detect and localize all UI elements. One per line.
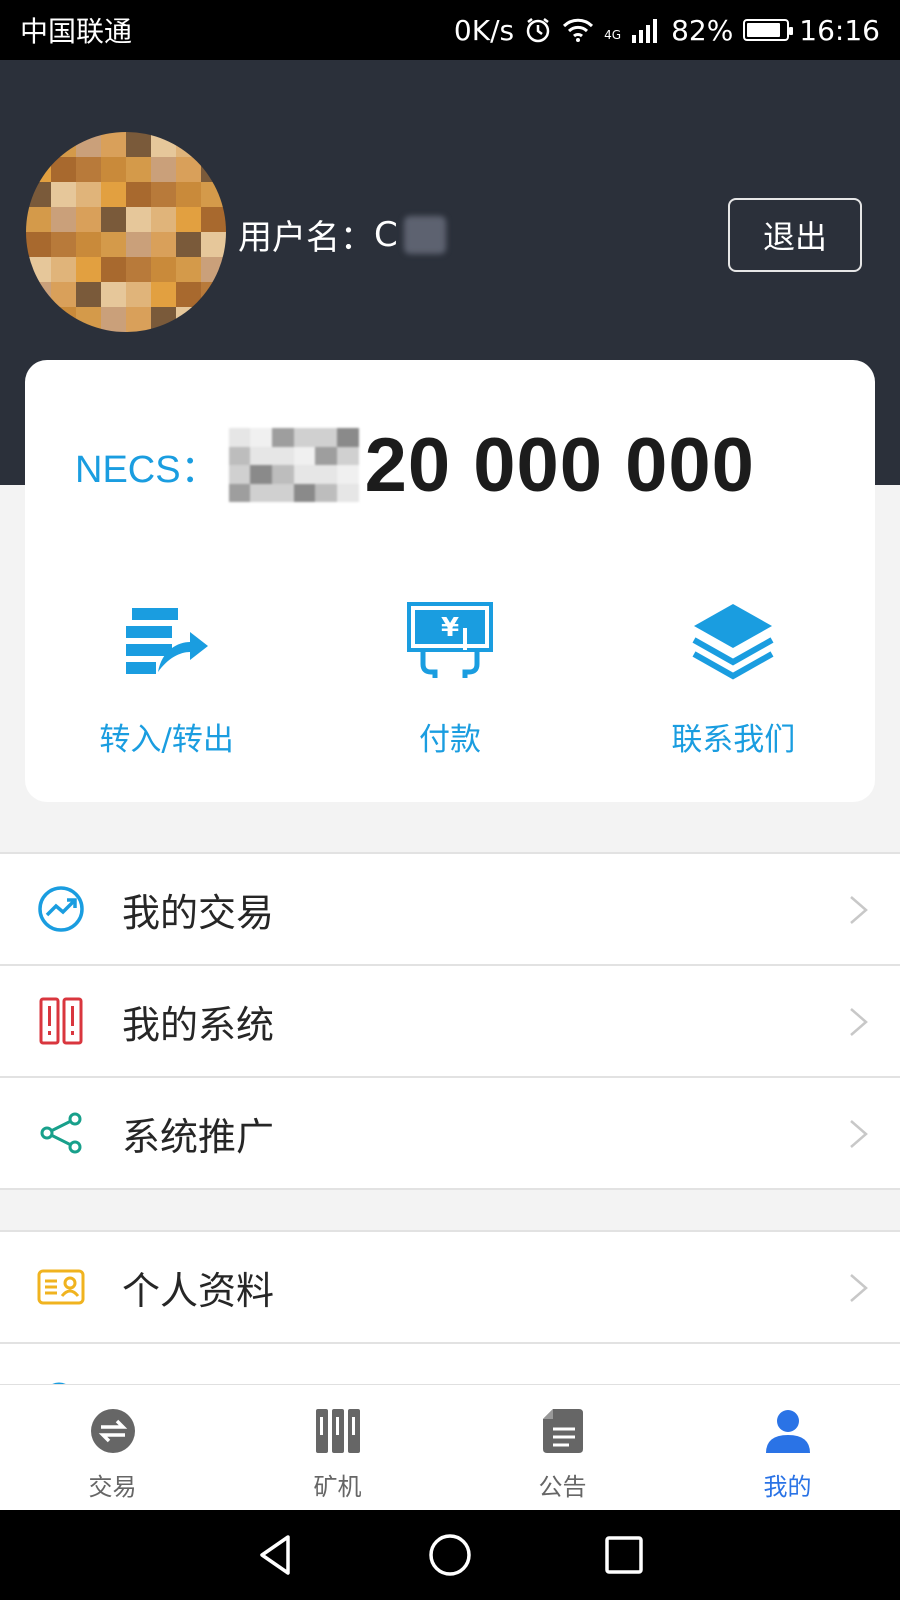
wifi-icon — [563, 18, 594, 42]
quick-actions: 转入/转出 ¥ 付款 联系我们 — [25, 600, 875, 759]
tab-label: 公告 — [538, 1473, 587, 1501]
chevron-right-icon — [850, 1008, 868, 1036]
menu-item-label: 个人资料 — [122, 1268, 275, 1313]
tab-miner[interactable]: 矿机 — [225, 1385, 450, 1510]
menu-item-my-trades[interactable]: 我的交易 — [0, 854, 900, 966]
logout-button[interactable]: 退出 — [728, 198, 862, 272]
chevron-right-icon — [850, 1274, 868, 1302]
server-icon — [39, 997, 83, 1045]
menu-item-label: 系统推广 — [122, 1114, 275, 1159]
action-transfer[interactable]: 转入/转出 — [47, 600, 287, 759]
menu-item-partial[interactable] — [0, 1344, 900, 1384]
menu-item-promotion[interactable]: 系统推广 — [0, 1078, 900, 1190]
network-type: 4G — [604, 27, 622, 42]
battery-percent: 82% — [671, 13, 734, 47]
share-icon — [40, 1112, 82, 1154]
bottom-tab-bar: 交易 矿机 公告 我的 — [0, 1384, 900, 1510]
home-icon[interactable] — [428, 1533, 472, 1577]
menu-item-label: 我的交易 — [122, 890, 275, 935]
tab-trade[interactable]: 交易 — [0, 1385, 225, 1510]
tab-notice[interactable]: 公告 — [450, 1385, 675, 1510]
tab-label: 我的 — [763, 1473, 812, 1501]
avatar[interactable] — [26, 132, 226, 332]
action-payment[interactable]: ¥ 付款 — [330, 600, 570, 759]
svg-text:¥: ¥ — [441, 613, 459, 643]
recents-icon[interactable] — [602, 1533, 646, 1577]
exchange-icon — [90, 1409, 135, 1453]
miner-icon — [315, 1409, 360, 1453]
search-icon — [52, 1382, 66, 1384]
menu-item-my-system[interactable]: 我的系统 — [0, 966, 900, 1078]
tab-label: 交易 — [88, 1473, 137, 1501]
payment-icon: ¥ — [406, 602, 493, 678]
user-icon — [765, 1410, 810, 1453]
system-nav-bar — [0, 1510, 900, 1600]
balance-redacted — [228, 428, 359, 502]
balance-value: 20 000 000 — [364, 422, 755, 508]
action-payment-label: 付款 — [418, 722, 481, 758]
action-contact[interactable]: 联系我们 — [613, 600, 853, 759]
status-indicators: 0K/s 4G 82% 16:16 — [454, 14, 880, 47]
action-transfer-label: 转入/转出 — [99, 722, 234, 758]
tab-mine[interactable]: 我的 — [675, 1385, 900, 1510]
balance-row: NECS： 20 000 000 — [75, 420, 755, 510]
transfer-icon — [125, 608, 208, 674]
id-card-icon — [37, 1269, 85, 1305]
balance-card: NECS： 20 000 000 转入/转出 ¥ 付款 联系我们 — [25, 360, 875, 802]
menu-group-account: 个人资料 — [0, 1230, 900, 1384]
action-contact-label: 联系我们 — [671, 722, 796, 758]
alarm-icon — [526, 18, 550, 43]
balance-label: NECS： — [75, 448, 219, 491]
chevron-right-icon — [850, 1120, 868, 1148]
carrier-name: 中国联通 — [20, 15, 133, 48]
username-value: C — [374, 214, 398, 255]
username-label: 用户名： — [238, 218, 374, 258]
tab-label: 矿机 — [313, 1473, 362, 1501]
menu-group-main: 我的交易 我的系统 系统推广 — [0, 852, 900, 1190]
username: 用户名： C — [238, 210, 446, 259]
username-redacted — [403, 215, 446, 254]
back-icon[interactable] — [254, 1533, 298, 1577]
chevron-right-icon — [850, 896, 868, 924]
layers-icon — [692, 604, 774, 680]
clock: 16:16 — [799, 13, 880, 47]
menu-item-profile[interactable]: 个人资料 — [0, 1232, 900, 1344]
menu-item-label: 我的系统 — [122, 1002, 275, 1047]
signal-icon — [632, 19, 658, 43]
notice-icon — [542, 1409, 583, 1453]
network-speed: 0K/s — [453, 13, 515, 47]
trend-chart-icon — [38, 886, 84, 932]
battery-icon — [743, 19, 794, 41]
status-bar: 中国联通 0K/s 4G 82% 16:16 — [0, 0, 900, 60]
